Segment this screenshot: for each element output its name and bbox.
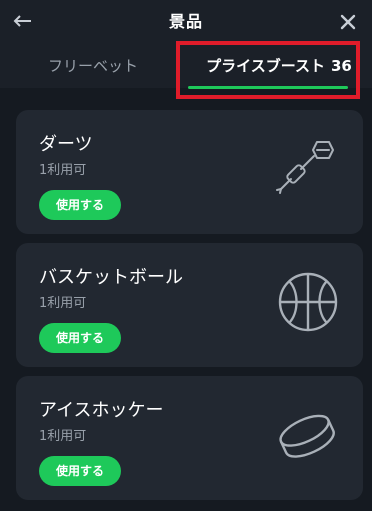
- use-button[interactable]: 使用する: [39, 456, 121, 486]
- highlight-annotation-box: [176, 41, 360, 99]
- hockey-puck-icon: [279, 414, 335, 458]
- reward-availability: 1利用可: [39, 296, 87, 311]
- reward-card-ice-hockey[interactable]: アイスホッケー 1利用可 使用する: [16, 376, 363, 500]
- reward-card-darts[interactable]: ダーツ 1利用可 使用する: [16, 110, 363, 234]
- darts-icon: [276, 141, 334, 194]
- reward-name: ダーツ: [39, 134, 93, 155]
- basketball-icon: [278, 272, 338, 332]
- use-button[interactable]: 使用する: [39, 323, 121, 353]
- use-button[interactable]: 使用する: [39, 190, 121, 220]
- reward-availability: 1利用可: [39, 429, 87, 444]
- reward-name: バスケットボール: [39, 267, 183, 288]
- tab-free-bet-label: フリーベット: [47, 57, 138, 75]
- reward-name: アイスホッケー: [39, 400, 164, 421]
- tab-free-bet[interactable]: フリーベット: [0, 54, 186, 78]
- close-icon[interactable]: [338, 12, 358, 32]
- reward-card-basketball[interactable]: バスケットボール 1利用可 使用する: [16, 243, 363, 367]
- reward-availability: 1利用可: [39, 163, 87, 178]
- page-title: 景品: [168, 12, 203, 31]
